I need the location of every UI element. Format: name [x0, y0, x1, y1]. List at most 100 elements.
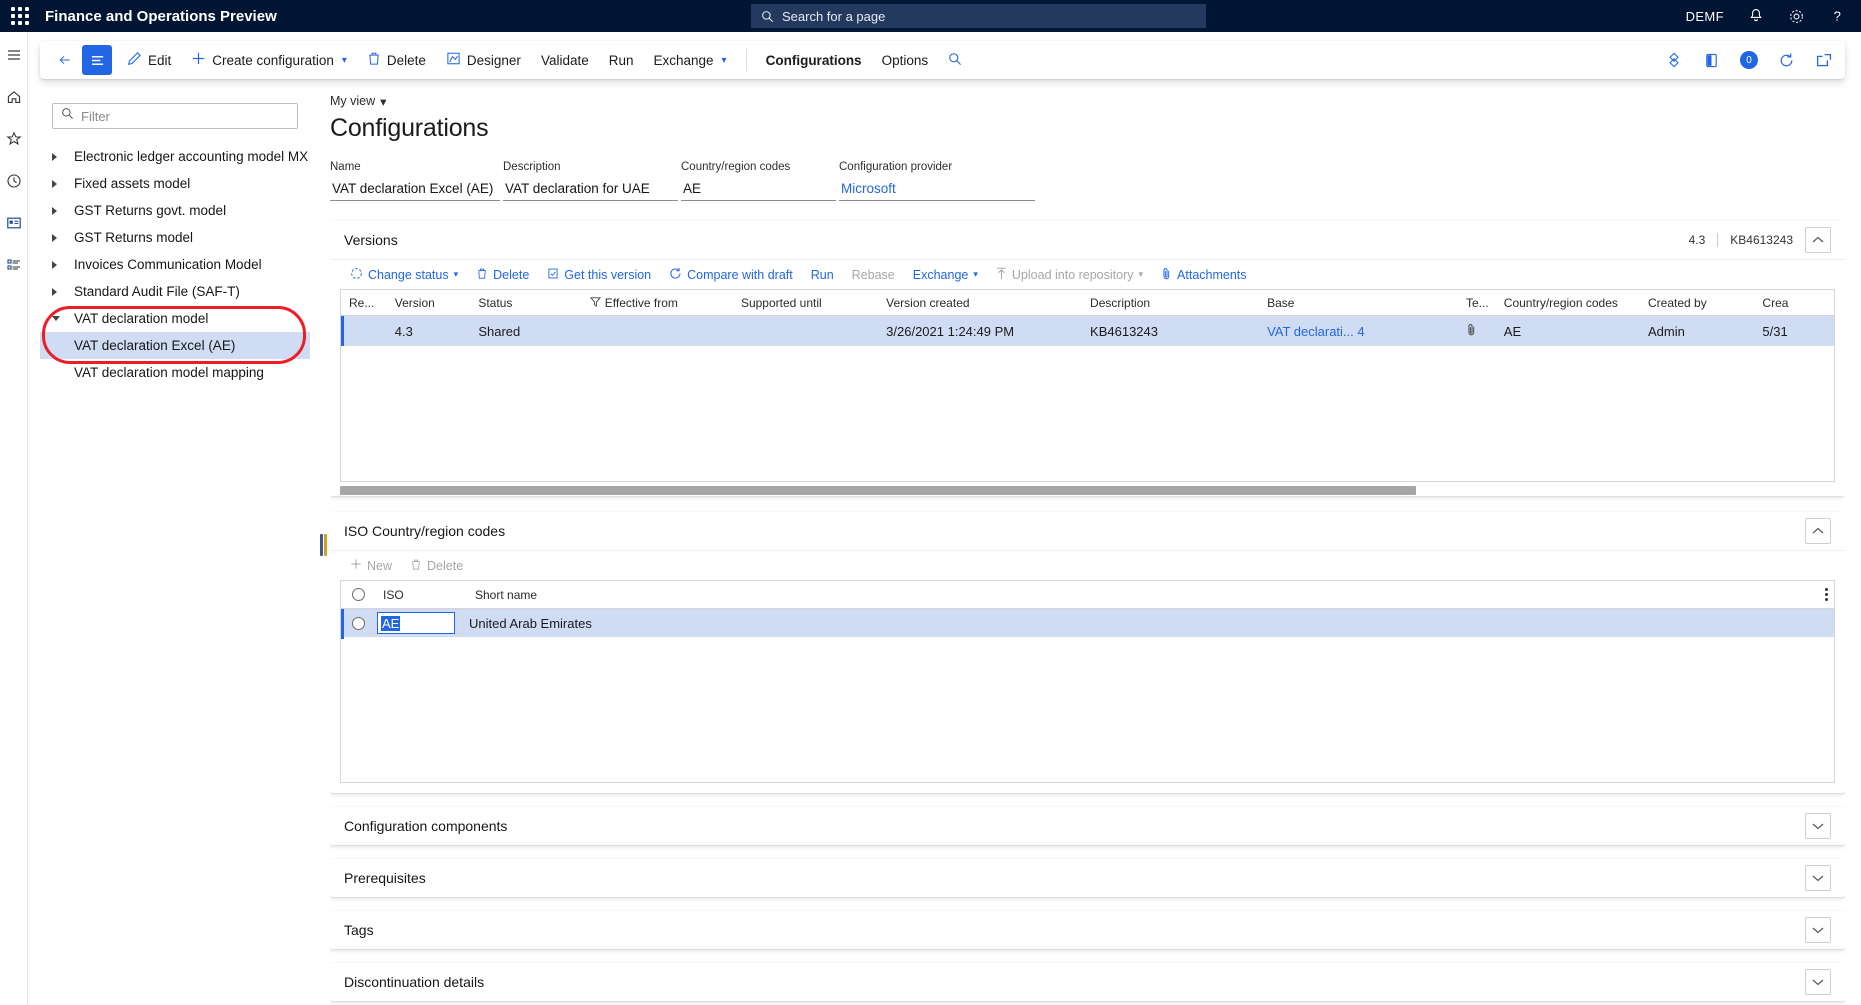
notifications-icon[interactable] [1748, 8, 1764, 24]
chevron-right-icon[interactable] [52, 206, 74, 215]
edit-button[interactable]: Edit [118, 45, 180, 75]
row-select-radio[interactable] [341, 616, 375, 630]
panel-splitter-handle[interactable] [318, 95, 328, 995]
versions-delete-button[interactable]: Delete [468, 263, 537, 287]
configuration-components-section[interactable]: Configuration components [330, 807, 1845, 845]
versions-exchange-button[interactable]: Exchange ▾ [905, 263, 986, 287]
chevron-right-icon[interactable] [52, 233, 74, 242]
column-header-description[interactable]: Description [1082, 296, 1259, 310]
more-options-icon[interactable] [1818, 588, 1834, 601]
app-launcher-icon[interactable] [0, 0, 40, 32]
recent-icon[interactable] [4, 171, 24, 191]
tree-node-vat-declaration-excel-ae[interactable]: VAT declaration Excel (AE) [40, 332, 310, 359]
prerequisites-expand-button[interactable] [1805, 865, 1831, 891]
field-description-value[interactable]: VAT declaration for UAE [503, 177, 678, 201]
messages-icon[interactable]: 0 [1740, 51, 1758, 69]
workspaces-icon[interactable] [4, 213, 24, 233]
iso-panel-header[interactable]: ISO Country/region codes [330, 512, 1845, 550]
run-button[interactable]: Run [600, 45, 643, 75]
iso-code-input[interactable]: AE [377, 612, 455, 634]
tab-options[interactable]: Options [873, 45, 938, 75]
company-indicator[interactable]: DEMF [1686, 9, 1724, 24]
table-row[interactable]: 4.3 Shared 3/26/2021 1:24:49 PM KB461324… [341, 316, 1834, 346]
change-status-button[interactable]: Change status ▾ [342, 263, 466, 287]
chevron-right-icon[interactable] [52, 287, 74, 296]
column-header-effective-from[interactable]: Effective from [582, 296, 733, 310]
get-this-version-button[interactable]: Get this version [539, 263, 659, 287]
field-configuration-provider-value[interactable]: Microsoft [839, 177, 1035, 201]
field-name-value[interactable]: VAT declaration Excel (AE) [330, 177, 500, 201]
help-icon[interactable]: ? [1829, 8, 1845, 24]
versions-run-button[interactable]: Run [803, 263, 842, 287]
column-header-version-created[interactable]: Version created [878, 296, 1082, 310]
tree-node-standard-audit-file-saf-t[interactable]: Standard Audit File (SAF-T) [40, 278, 310, 305]
prerequisites-header[interactable]: Prerequisites [330, 859, 1845, 897]
column-header-short-name[interactable]: Short name [467, 588, 1818, 602]
column-header-iso[interactable]: ISO [375, 588, 467, 602]
configuration-components-expand-button[interactable] [1805, 813, 1831, 839]
column-header-re[interactable]: Re... [341, 296, 387, 310]
compare-icon [669, 267, 682, 283]
tree-node-vat-declaration-model[interactable]: VAT declaration model [40, 305, 310, 332]
column-header-te[interactable]: Te... [1458, 296, 1496, 310]
column-header-base[interactable]: Base [1259, 296, 1458, 310]
create-configuration-button[interactable]: Create configuration ▾ [182, 45, 356, 75]
column-header-crea[interactable]: Crea [1754, 296, 1834, 310]
chevron-down-icon[interactable] [52, 316, 74, 321]
modules-icon[interactable] [4, 255, 24, 275]
exchange-button[interactable]: Exchange ▾ [645, 45, 736, 75]
compare-with-draft-button[interactable]: Compare with draft [661, 263, 801, 287]
versions-panel-header[interactable]: Versions 4.3 KB4613243 [330, 221, 1845, 259]
column-header-status[interactable]: Status [470, 296, 581, 310]
toolbar-search-button[interactable] [939, 45, 971, 75]
delete-button[interactable]: Delete [358, 45, 435, 75]
configuration-components-header[interactable]: Configuration components [330, 807, 1845, 845]
tree-node-gst-returns-model[interactable]: GST Returns model [40, 224, 310, 251]
settings-icon[interactable] [1788, 8, 1805, 25]
field-country-region-codes-value[interactable]: AE [681, 177, 836, 201]
chevron-right-icon[interactable] [52, 152, 74, 161]
home-icon[interactable] [4, 87, 24, 107]
designer-button[interactable]: Designer [437, 45, 530, 75]
versions-collapse-button[interactable] [1805, 227, 1831, 253]
favorites-icon[interactable] [4, 129, 24, 149]
tree-node-fixed-assets-model[interactable]: Fixed assets model [40, 170, 310, 197]
view-selector[interactable]: My view ▾ [330, 94, 386, 109]
validate-button[interactable]: Validate [532, 45, 598, 75]
tags-expand-button[interactable] [1805, 917, 1831, 943]
menu-icon[interactable] [4, 45, 24, 65]
tree-node-vat-declaration-model-mapping[interactable]: VAT declaration model mapping [40, 359, 310, 386]
column-header-version[interactable]: Version [387, 296, 471, 310]
tab-configurations[interactable]: Configurations [757, 45, 871, 75]
attachments-button[interactable]: Attachments [1153, 263, 1254, 287]
open-in-new-icon[interactable] [1815, 52, 1833, 68]
cell-te-attachment-icon[interactable] [1458, 323, 1496, 339]
scrollbar-thumb[interactable] [340, 486, 1417, 495]
column-header-country-region-codes[interactable]: Country/region codes [1496, 296, 1640, 310]
tags-section[interactable]: Tags [330, 911, 1845, 949]
tree-filter-input[interactable]: Filter [52, 103, 298, 129]
share-icon[interactable] [1703, 52, 1720, 69]
versions-horizontal-scrollbar[interactable] [330, 482, 1845, 496]
tree-node-invoices-communication-model[interactable]: Invoices Communication Model [40, 251, 310, 278]
tags-header[interactable]: Tags [330, 911, 1845, 949]
navigation-pane-toggle-button[interactable] [82, 45, 112, 75]
back-button[interactable] [50, 45, 80, 75]
personalize-icon[interactable] [1665, 51, 1683, 69]
iso-collapse-button[interactable] [1805, 518, 1831, 544]
chevron-right-icon[interactable] [52, 260, 74, 269]
discontinuation-details-section[interactable]: Discontinuation details [330, 963, 1845, 1001]
global-search-input[interactable]: Search for a page [751, 4, 1206, 28]
prerequisites-section[interactable]: Prerequisites [330, 859, 1845, 897]
discontinuation-details-header[interactable]: Discontinuation details [330, 963, 1845, 1001]
column-header-supported-until[interactable]: Supported until [733, 296, 878, 310]
table-row[interactable]: AE United Arab Emirates [341, 609, 1834, 639]
refresh-icon[interactable] [1778, 52, 1795, 69]
chevron-right-icon[interactable] [52, 179, 74, 188]
select-all-radio[interactable] [341, 588, 375, 601]
column-header-created-by[interactable]: Created by [1640, 296, 1754, 310]
tree-node-electronic-ledger-accounting-model-mx[interactable]: Electronic ledger accounting model MX [40, 143, 310, 170]
tree-node-gst-returns-govt-model[interactable]: GST Returns govt. model [40, 197, 310, 224]
discontinuation-details-expand-button[interactable] [1805, 969, 1831, 995]
cell-base[interactable]: VAT declarati... 4 [1259, 324, 1458, 339]
